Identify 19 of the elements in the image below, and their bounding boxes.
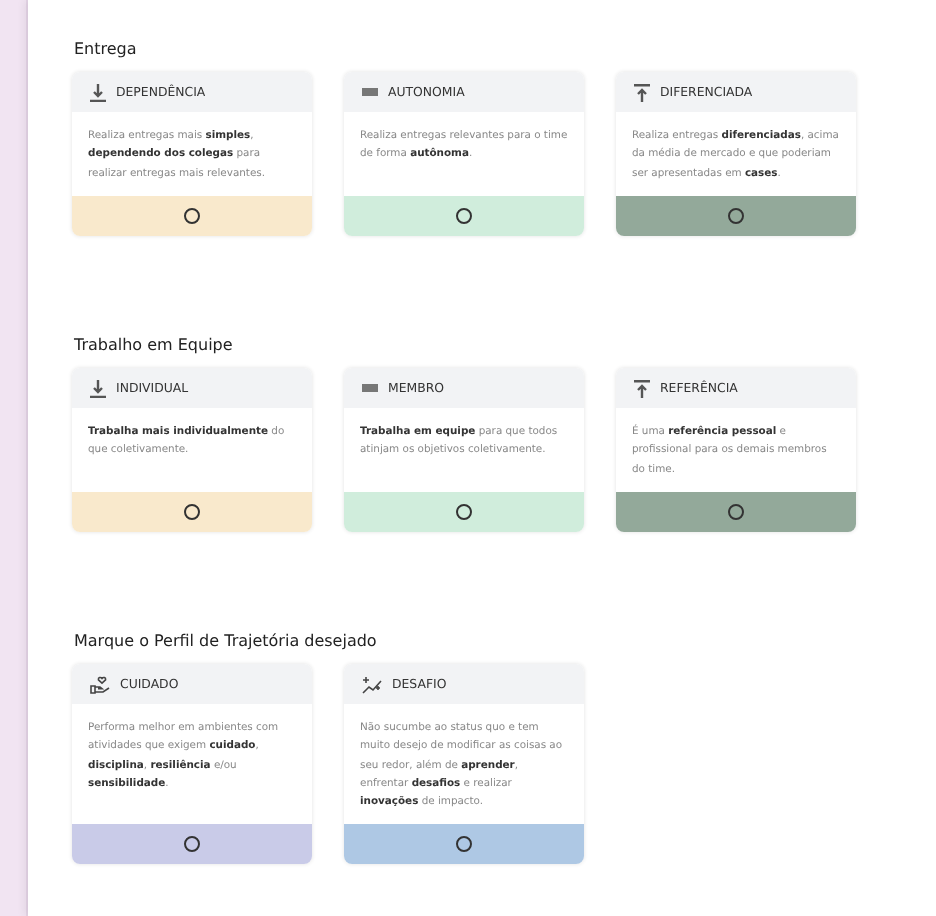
section-title: Marque o Perfil de Trajetória desejado [74,632,379,650]
section-title: Entrega [74,40,139,58]
radio-button[interactable] [728,504,744,520]
radio-button[interactable] [456,504,472,520]
radio-button[interactable] [184,836,200,852]
hand-heart-icon [90,675,110,693]
radio-button[interactable] [184,208,200,224]
radio-button[interactable] [456,208,472,224]
download-icon [90,379,106,397]
download-icon [90,83,106,101]
radio-button[interactable] [184,504,200,520]
radio-button[interactable] [456,836,472,852]
upload-icon [634,379,650,397]
bar-icon [362,384,378,392]
bar-icon [362,88,378,96]
sparkle-chart-icon [362,675,382,693]
radio-button[interactable] [728,208,744,224]
section-title: Trabalho em Equipe [74,336,235,354]
upload-icon [634,83,650,101]
